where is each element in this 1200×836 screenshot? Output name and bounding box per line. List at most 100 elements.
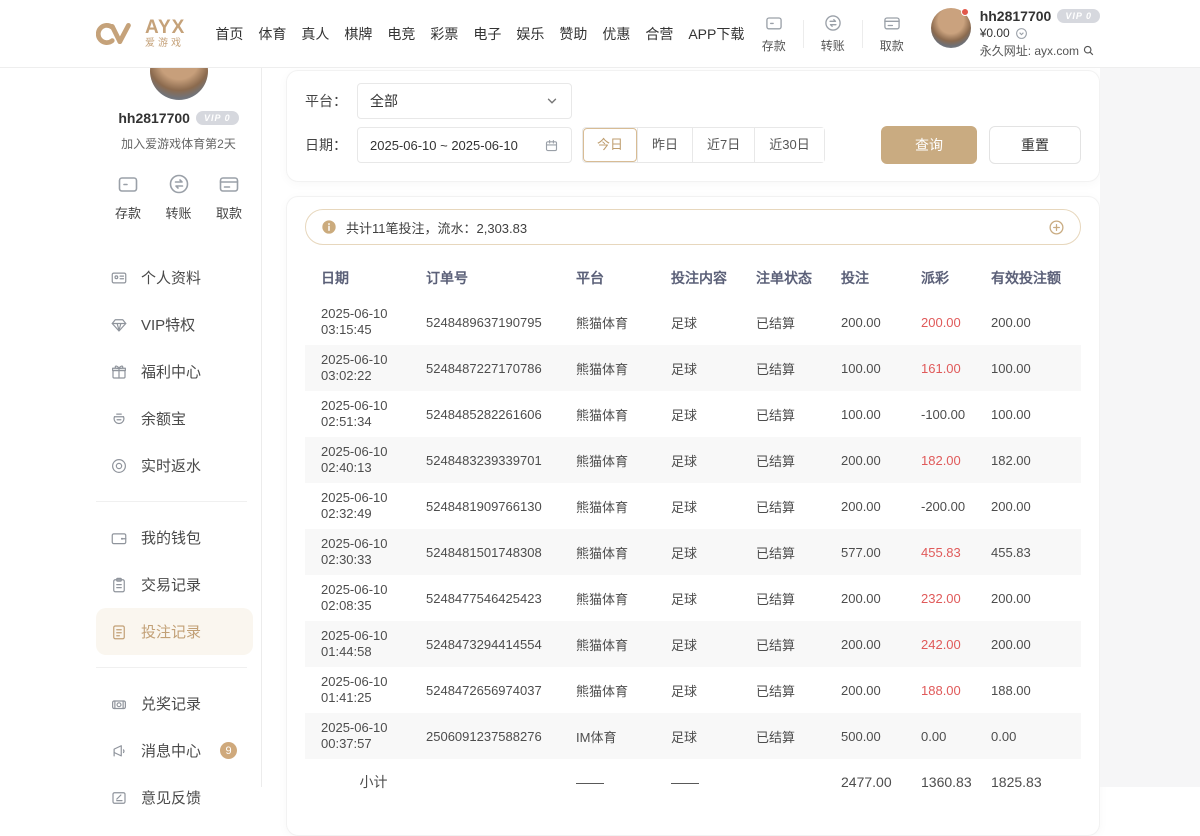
cell-date: 2025-06-1003:02:22	[321, 352, 426, 384]
avatar[interactable]	[931, 8, 971, 48]
sidebar-item-我的钱包[interactable]: 我的钱包	[96, 514, 253, 561]
range-button-昨日[interactable]: 昨日	[637, 128, 692, 162]
bet-records-table: 日期订单号平台投注内容注单状态投注派彩有效投注额 2025-06-1003:15…	[305, 257, 1081, 805]
cell-order-number: 2506091237588276	[426, 729, 576, 744]
cell-bet-content: 足球	[671, 727, 756, 746]
cell-payout: 200.00	[921, 315, 991, 330]
withdraw-card-icon	[869, 13, 915, 33]
quick-action-存款[interactable]: 存款	[751, 13, 797, 54]
sidebar-quick-action-取款[interactable]: 取款	[205, 172, 253, 222]
divider	[803, 20, 804, 48]
cell-payout: 188.00	[921, 683, 991, 698]
sidebar-item-label: 余额宝	[141, 408, 186, 429]
sidebar-item-意见反馈[interactable]: 意见反馈	[96, 774, 253, 821]
megaphone-icon	[110, 742, 128, 760]
sidebar-item-消息中心[interactable]: 消息中心9	[96, 727, 253, 774]
subtotal-label: 小计	[321, 772, 426, 792]
subtotal-content: ——	[671, 774, 756, 790]
expand-plus-icon[interactable]	[1048, 219, 1065, 236]
sidebar-item-余额宝[interactable]: 余额宝	[96, 395, 253, 442]
cell-date: 2025-06-1001:41:25	[321, 674, 426, 706]
sidebar-item-交易记录[interactable]: 交易记录	[96, 561, 253, 608]
cell-payout: 455.83	[921, 545, 991, 560]
sidebar-item-VIP特权[interactable]: VIP特权	[96, 301, 253, 348]
brand-logo[interactable]: AYX 爱游戏	[96, 18, 185, 49]
sidebar-item-福利中心[interactable]: 福利中心	[96, 348, 253, 395]
sidebar-item-投注记录[interactable]: 投注记录	[96, 608, 253, 655]
column-header: 订单号	[426, 268, 576, 288]
table-row: 2025-06-1003:15:455248489637190795熊猫体育足球…	[305, 299, 1081, 345]
reset-button[interactable]: 重置	[989, 126, 1081, 164]
transfer-icon	[155, 172, 203, 196]
cell-bet-content: 足球	[671, 589, 756, 608]
cell-bet-amount: 100.00	[841, 361, 921, 376]
cell-status: 已结算	[756, 359, 841, 378]
sidebar-item-兑奖记录[interactable]: 兑奖记录	[96, 680, 253, 727]
sidebar-quick-action-转账[interactable]: 转账	[155, 172, 203, 222]
nav-item[interactable]: 娱乐	[516, 24, 544, 44]
range-button-近30日[interactable]: 近30日	[754, 128, 823, 162]
quick-action-转账[interactable]: 转账	[810, 13, 856, 54]
nav-item[interactable]: 彩票	[430, 24, 458, 44]
cell-bet-content: 足球	[671, 681, 756, 700]
header-quick-actions: 存款转账取款	[751, 13, 915, 54]
cell-valid-amount: 0.00	[991, 729, 1081, 744]
range-button-近7日[interactable]: 近7日	[692, 128, 754, 162]
summary-bar: 共计11笔投注，流水：2,303.83	[305, 209, 1081, 245]
table-body: 2025-06-1003:15:455248489637190795熊猫体育足球…	[305, 299, 1081, 759]
nav-item[interactable]: 电子	[473, 24, 501, 44]
date-filter-label: 日期：	[305, 135, 357, 155]
platform-select[interactable]: 全部	[357, 83, 572, 119]
nav-item[interactable]: 赞助	[559, 24, 587, 44]
table-row: 2025-06-1002:08:355248477546425423熊猫体育足球…	[305, 575, 1081, 621]
cell-status: 已结算	[756, 451, 841, 470]
brand-subname: 爱游戏	[145, 39, 185, 49]
calendar-icon[interactable]	[544, 138, 559, 153]
nav-item[interactable]: 首页	[215, 24, 243, 44]
nav-item[interactable]: 合营	[645, 24, 673, 44]
cell-valid-amount: 200.00	[991, 591, 1081, 606]
nav-item[interactable]: 体育	[258, 24, 286, 44]
header-user-block: hh2817700 VIP 0 ¥0.00 永久网址: ayx.com	[931, 8, 1100, 59]
main-nav: 首页体育真人棋牌电竞彩票电子娱乐赞助优惠合营 APP下载	[215, 24, 744, 44]
cell-platform: 熊猫体育	[576, 681, 671, 700]
column-header: 有效投注额	[991, 268, 1081, 288]
nav-item[interactable]: 优惠	[602, 24, 630, 44]
sidebar-item-label: 实时返水	[141, 455, 201, 476]
sidebar-username: hh2817700	[118, 110, 190, 126]
nav-item[interactable]: 电竞	[387, 24, 415, 44]
cell-date: 2025-06-1001:44:58	[321, 628, 426, 660]
table-row: 2025-06-1001:41:255248472656974037熊猫体育足球…	[305, 667, 1081, 713]
column-header: 平台	[576, 268, 671, 288]
platform-select-value: 全部	[370, 91, 398, 111]
search-button[interactable]: 查询	[881, 126, 977, 164]
joined-days-label: 加入爱游戏体育第2天	[96, 135, 261, 152]
cell-valid-amount: 100.00	[991, 407, 1081, 422]
cell-valid-amount: 200.00	[991, 637, 1081, 652]
cell-order-number: 5248472656974037	[426, 683, 576, 698]
nav-item[interactable]: 棋牌	[344, 24, 372, 44]
info-icon	[321, 219, 337, 235]
sidebar-quick-action-存款[interactable]: 存款	[104, 172, 152, 222]
range-button-今日[interactable]: 今日	[583, 128, 637, 162]
cell-bet-amount: 200.00	[841, 683, 921, 698]
cell-order-number: 5248481501748308	[426, 545, 576, 560]
nav-item[interactable]: 真人	[301, 24, 329, 44]
sidebar-item-实时返水[interactable]: 实时返水	[96, 442, 253, 489]
date-range-input[interactable]: 2025-06-10 ~ 2025-06-10	[357, 127, 572, 163]
cell-valid-amount: 182.00	[991, 453, 1081, 468]
quick-action-取款[interactable]: 取款	[869, 13, 915, 54]
page-background-gutter	[1100, 68, 1200, 787]
balance-dropdown-icon[interactable]	[1015, 27, 1028, 40]
cell-date: 2025-06-1002:51:34	[321, 398, 426, 430]
table-row: 2025-06-1000:37:572506091237588276IM体育足球…	[305, 713, 1081, 759]
sidebar-item-个人资料[interactable]: 个人资料	[96, 254, 253, 301]
sidebar-item-label: 兑奖记录	[141, 693, 201, 714]
cell-platform: 熊猫体育	[576, 589, 671, 608]
cell-bet-content: 足球	[671, 313, 756, 332]
platform-filter-label: 平台：	[305, 91, 357, 111]
subtotal-bet: 2477.00	[841, 774, 921, 790]
nav-item[interactable]: APP下载	[688, 24, 744, 44]
search-icon[interactable]	[1082, 44, 1095, 57]
subtotal-platform: ——	[576, 774, 671, 790]
